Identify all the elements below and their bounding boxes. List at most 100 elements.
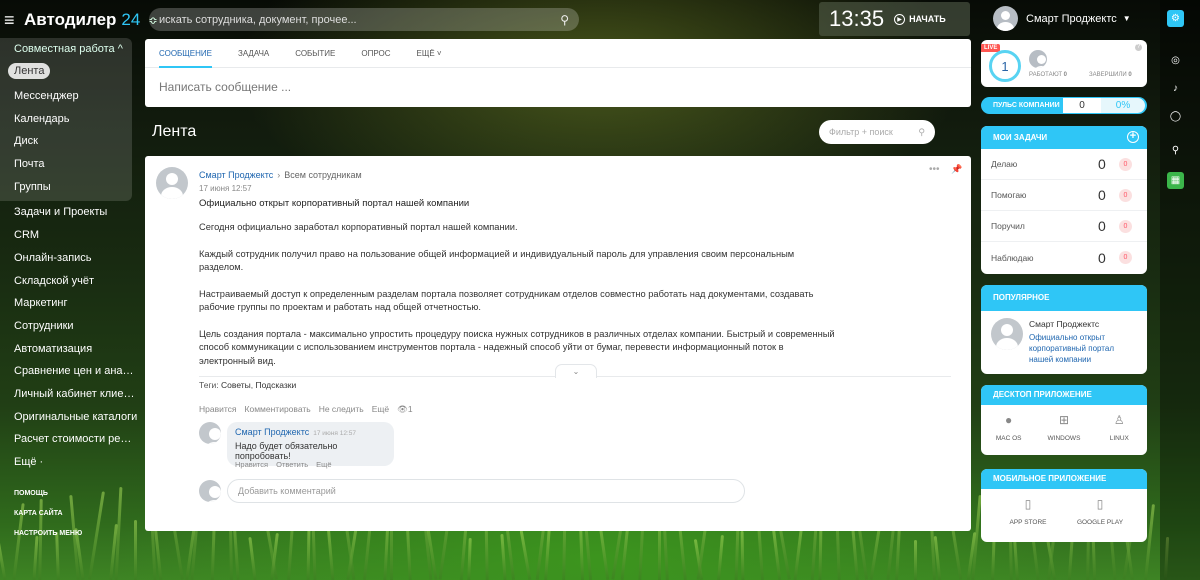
task-row[interactable]: Делаю 0 0 — [981, 149, 1147, 180]
filter-input[interactable]: Фильтр + поиск — [829, 127, 918, 137]
menu-item-feed[interactable]: Лента — [8, 63, 51, 79]
company-pulse[interactable]: ПУЛЬС КОМПАНИИ 0 0% — [981, 97, 1147, 114]
pulse-label: ПУЛЬС КОМПАНИИ — [993, 102, 1060, 109]
app-googleplay[interactable]: ▯ GOOGLE PLAY — [1075, 497, 1125, 526]
menu-item-price-compare[interactable]: Сравнение цен и аналит... — [0, 360, 138, 383]
comment-like-button[interactable]: Нравится — [235, 460, 268, 469]
group-title[interactable]: Совместная работа ^ — [0, 38, 132, 60]
menu-item-mail[interactable]: Почта — [0, 153, 132, 176]
comment-author[interactable]: Смарт Проджектс — [235, 427, 309, 437]
logo[interactable]: ≡ Автодилер 24 ≎ — [0, 8, 158, 32]
post-paragraph: Настраиваемый доступ к определенным разд… — [199, 288, 814, 313]
user-name[interactable]: Смарт Проджектс — [1026, 13, 1117, 25]
grass-blade — [326, 524, 335, 580]
tab-task[interactable]: ЗАДАЧА — [238, 39, 269, 67]
sitemap-link[interactable]: КАРТА САЙТА — [14, 510, 82, 517]
grass-blade — [248, 536, 257, 580]
task-row[interactable]: Наблюдаю 0 0 — [981, 242, 1147, 273]
popular-card: ПОПУЛЯРНОЕ Смарт Проджектс Официально от… — [981, 285, 1147, 374]
configure-menu-link[interactable]: НАСТРОИТЬ МЕНЮ — [14, 530, 82, 537]
post-author[interactable]: Смарт Проджектс — [199, 170, 273, 180]
pin-icon[interactable]: 📌 — [951, 164, 962, 175]
search-input[interactable] — [159, 13, 561, 26]
menu-item-messenger[interactable]: Мессенджер — [0, 85, 132, 108]
tab-event[interactable]: СОБЫТИЕ — [295, 39, 335, 67]
comment-button[interactable]: Комментировать — [245, 404, 311, 415]
tab-more[interactable]: ЕЩЁ ˅ — [417, 39, 442, 67]
menu-item-more[interactable]: Ещё · — [0, 451, 138, 474]
comment-date: 17 июня 12:57 — [313, 430, 356, 437]
menu-item-tasks[interactable]: Задачи и Проекты — [0, 201, 138, 224]
expand-post-button[interactable]: ⌄ — [555, 364, 597, 378]
popular-author[interactable]: Смарт Проджектс — [1029, 319, 1099, 329]
user-avatar[interactable] — [993, 6, 1018, 31]
author-avatar[interactable] — [156, 167, 188, 199]
comment-more-button[interactable]: Ещё — [316, 460, 331, 469]
comment-avatar[interactable] — [199, 422, 221, 444]
menu-item-crm[interactable]: CRM — [0, 224, 138, 247]
popular-post-link[interactable]: Официально открыт корпоративный портал н… — [1029, 332, 1134, 365]
menu-item-catalogs[interactable]: Оригинальные каталоги — [0, 406, 138, 429]
menu-item-warehouse[interactable]: Складской учёт — [0, 270, 138, 293]
work-clock[interactable]: 13:35 ▶ НАЧАТЬ — [819, 2, 970, 36]
tab-poll[interactable]: ОПРОС — [361, 39, 390, 67]
calculator-icon[interactable]: ▦ — [1167, 172, 1184, 189]
grass-blade — [134, 520, 137, 580]
task-row[interactable]: Поручил 0 0 — [981, 211, 1147, 242]
menu-item-repair-cost[interactable]: Расчет стоимости ремон... — [0, 428, 138, 451]
start-day-button[interactable]: ▶ НАЧАТЬ — [894, 13, 946, 25]
tag-item[interactable]: Советы — [221, 380, 251, 390]
hamburger-icon[interactable]: ≡ — [4, 11, 20, 29]
more-button[interactable]: Ещё — [372, 404, 389, 415]
menu-item-client-cabinet[interactable]: Личный кабинет клиента — [0, 383, 138, 406]
post-date[interactable]: 17 июня 12:57 — [199, 184, 252, 193]
app-windows[interactable]: ⊞ WINDOWS — [1039, 413, 1089, 442]
search-bar[interactable]: ⚲ — [149, 8, 579, 31]
tag-item[interactable]: Подсказки — [256, 380, 297, 390]
app-label: GOOGLE PLAY — [1076, 519, 1124, 526]
user-menu[interactable]: Смарт Проджектс ▼ — [993, 6, 1131, 31]
message-input[interactable]: Написать сообщение ... — [145, 68, 971, 94]
popular-avatar[interactable] — [991, 318, 1023, 350]
menu-item-booking[interactable]: Онлайн-запись — [0, 247, 138, 270]
views-count: 1 — [407, 404, 413, 414]
unfollow-button[interactable]: Не следить — [319, 404, 364, 415]
bell-icon[interactable]: ♪ — [1167, 80, 1184, 97]
menu-item-employees[interactable]: Сотрудники — [0, 315, 138, 338]
reply-button[interactable]: Ответить — [276, 460, 308, 469]
app-appstore[interactable]: ▯ APP STORE — [1003, 497, 1053, 526]
menu-item-automation[interactable]: Автоматизация — [0, 338, 138, 361]
left-menu: Совместная работа ^ Лента Мессенджер Кал… — [0, 38, 138, 474]
worktime-card: LIVE 1 РАБОТАЮТ 0 ЗАВЕРШИЛИ 0 ? — [981, 40, 1147, 87]
menu-item-calendar[interactable]: Календарь — [0, 108, 132, 131]
search-icon[interactable]: ⚲ — [1167, 142, 1184, 159]
search-icon[interactable]: ⚲ — [918, 127, 925, 138]
app-macos[interactable]: ● MAC OS — [984, 413, 1034, 442]
app-label: LINUX — [1109, 435, 1129, 442]
menu-item-marketing[interactable]: Маркетинг — [0, 292, 138, 315]
working-count: 0 — [1063, 72, 1068, 78]
working-avatar[interactable] — [1029, 50, 1047, 68]
workday-meter[interactable]: 1 — [989, 50, 1021, 82]
grass-blade — [467, 537, 472, 580]
more-dots-icon[interactable]: ••• — [929, 164, 940, 175]
add-comment-input[interactable]: Добавить комментарий — [227, 479, 745, 503]
menu-item-disk[interactable]: Диск — [0, 130, 132, 153]
search-icon[interactable]: ⚲ — [560, 13, 569, 27]
chat-icon[interactable]: ◯ — [1167, 108, 1184, 125]
task-badge: 0 — [1119, 157, 1132, 171]
add-task-icon[interactable]: + — [1127, 131, 1139, 143]
task-row[interactable]: Помогаю 0 0 — [981, 180, 1147, 211]
help-link[interactable]: ПОМОЩЬ — [14, 490, 82, 497]
app-linux[interactable]: ♙ LINUX — [1094, 413, 1144, 442]
like-button[interactable]: Нравится — [199, 404, 237, 415]
feed-filter[interactable]: Фильтр + поиск ⚲ — [819, 120, 935, 144]
menu-item-groups[interactable]: Группы — [0, 176, 132, 199]
activity-icon[interactable]: ◎ — [1167, 52, 1184, 69]
help-icon[interactable]: ? — [1135, 44, 1142, 51]
post-recipient[interactable]: Всем сотрудникам — [284, 170, 361, 180]
settings-icon[interactable]: ⚙ — [1167, 10, 1184, 27]
app-label: WINDOWS — [1047, 435, 1081, 442]
tab-message[interactable]: СООБЩЕНИЕ — [159, 39, 212, 68]
chevron-down-icon[interactable]: ▼ — [1123, 14, 1131, 23]
